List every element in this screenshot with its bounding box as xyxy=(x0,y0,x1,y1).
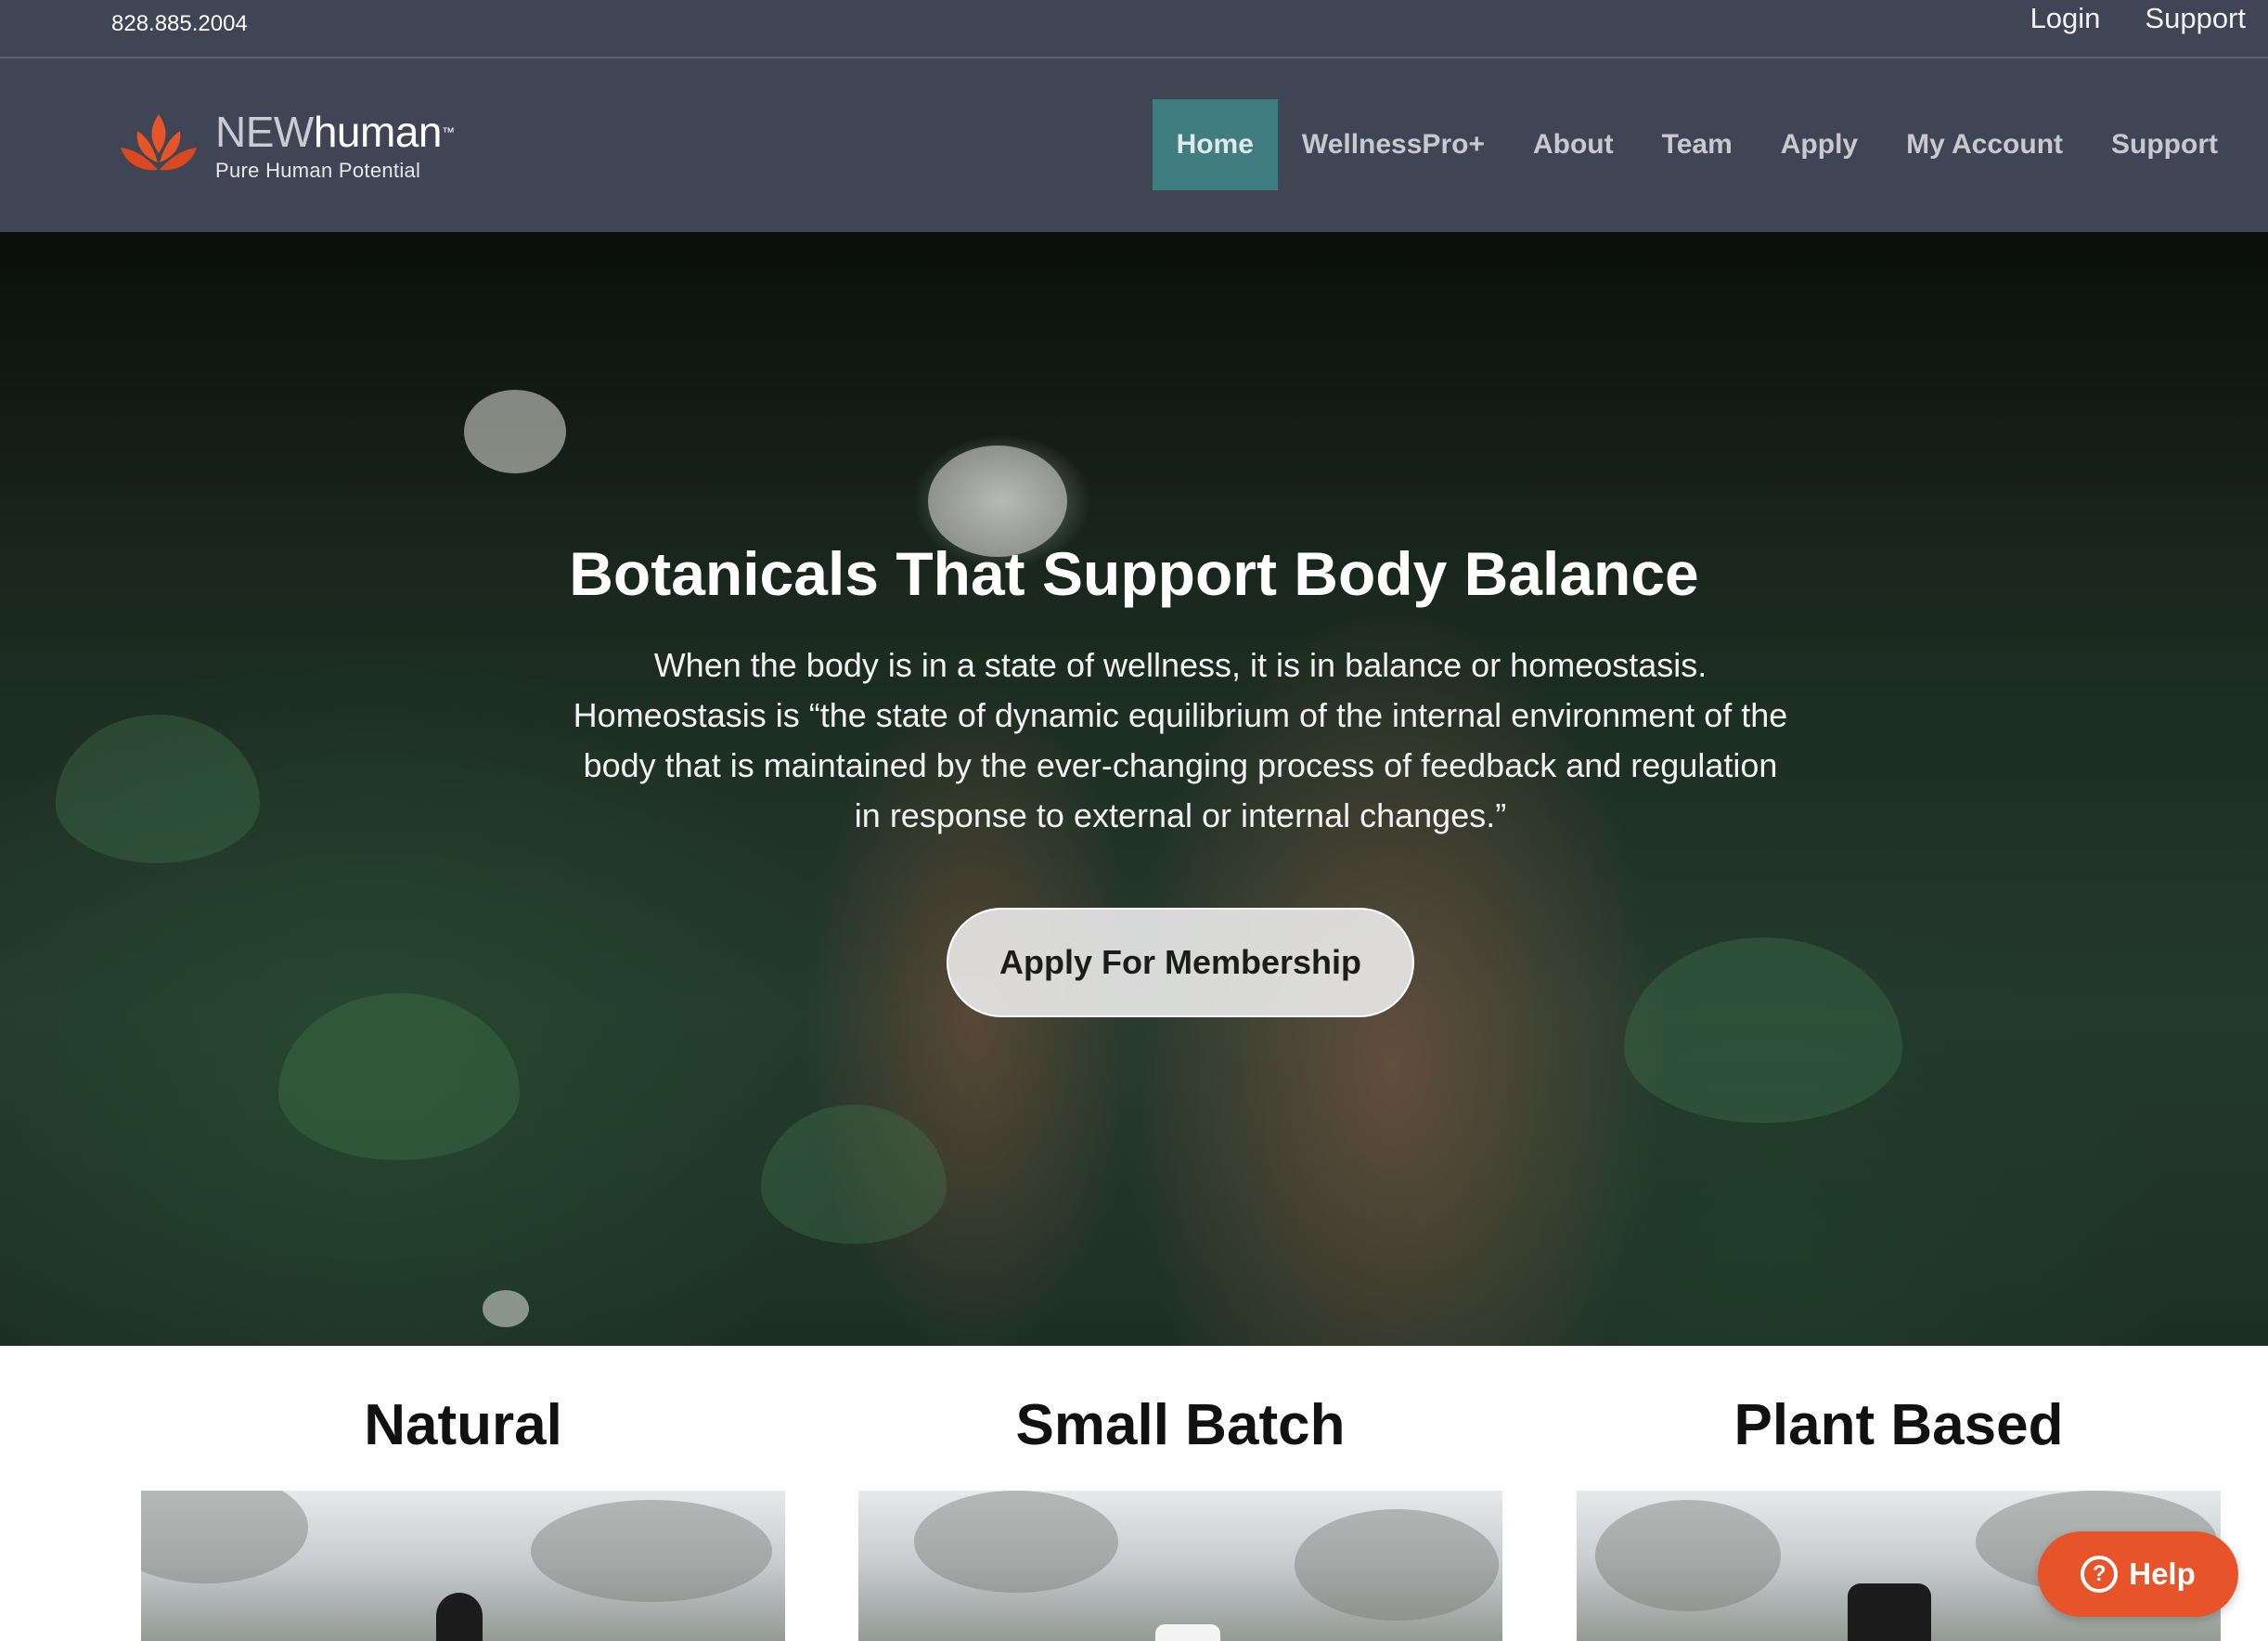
feature-photo xyxy=(858,1491,1502,1641)
hero-description: When the body is in a state of wellness,… xyxy=(573,646,1788,834)
nav-item-about[interactable]: About xyxy=(1509,99,1638,190)
feature-small-batch: Small Batch xyxy=(858,1346,1502,1641)
nav-item-my-account[interactable]: My Account xyxy=(1882,99,2087,190)
features-section: Natural Small Batch Plant Based xyxy=(0,1346,2268,1641)
hero-background-foliage xyxy=(761,1105,947,1244)
apply-for-membership-button[interactable]: Apply For Membership xyxy=(947,908,1414,1017)
feature-photo xyxy=(141,1491,785,1641)
primary-menu: Home WellnessPro+ About Team Apply My Ac… xyxy=(1152,99,2242,190)
hero-title: Botanicals That Support Body Balance xyxy=(569,539,1699,608)
hero-background-foliage xyxy=(1624,937,1902,1123)
nav-item-wellnesspro[interactable]: WellnessPro+ xyxy=(1278,99,1509,190)
question-circle-icon: ? xyxy=(2081,1556,2119,1593)
login-link[interactable]: Login xyxy=(2030,2,2101,35)
top-support-link[interactable]: Support xyxy=(2145,2,2246,35)
feature-title: Natural xyxy=(364,1393,562,1457)
hero-section: Botanicals That Support Body Balance Whe… xyxy=(0,232,2268,1346)
top-utility-bar: 828.885.2004 Login Support xyxy=(0,0,2268,58)
feature-title: Small Batch xyxy=(1015,1393,1346,1457)
lotus-icon xyxy=(121,114,197,171)
hero-background-foliage xyxy=(278,993,520,1160)
main-navbar: NEWhuman™ Pure Human Potential Home Well… xyxy=(0,58,2268,232)
feature-plant-based: Plant Based xyxy=(1577,1346,2221,1641)
brand-tagline: Pure Human Potential xyxy=(215,159,421,182)
help-button[interactable]: ? Help xyxy=(2038,1531,2238,1617)
site-logo[interactable]: NEWhuman™ Pure Human Potential xyxy=(119,108,455,183)
nav-item-home[interactable]: Home xyxy=(1152,99,1278,190)
logo-wordmark: NEWhuman™ Pure Human Potential xyxy=(215,108,455,183)
top-links: Login Support xyxy=(2030,2,2246,35)
nav-item-team[interactable]: Team xyxy=(1638,99,1757,190)
phone-number[interactable]: 828.885.2004 xyxy=(111,11,248,37)
feature-natural: Natural xyxy=(141,1346,785,1641)
brand-name: NEWhuman™ xyxy=(215,108,455,156)
nav-item-apply[interactable]: Apply xyxy=(1757,99,1882,190)
hero-background-flower xyxy=(483,1290,529,1327)
hero-background-foliage xyxy=(56,715,260,863)
page: 828.885.2004 Login Support NEWhuman™ Pur… xyxy=(0,0,2268,1641)
feature-title: Plant Based xyxy=(1733,1393,2064,1457)
hero-background-flower xyxy=(464,390,566,473)
help-label: Help xyxy=(2129,1557,2196,1591)
nav-item-support[interactable]: Support xyxy=(2087,99,2242,190)
